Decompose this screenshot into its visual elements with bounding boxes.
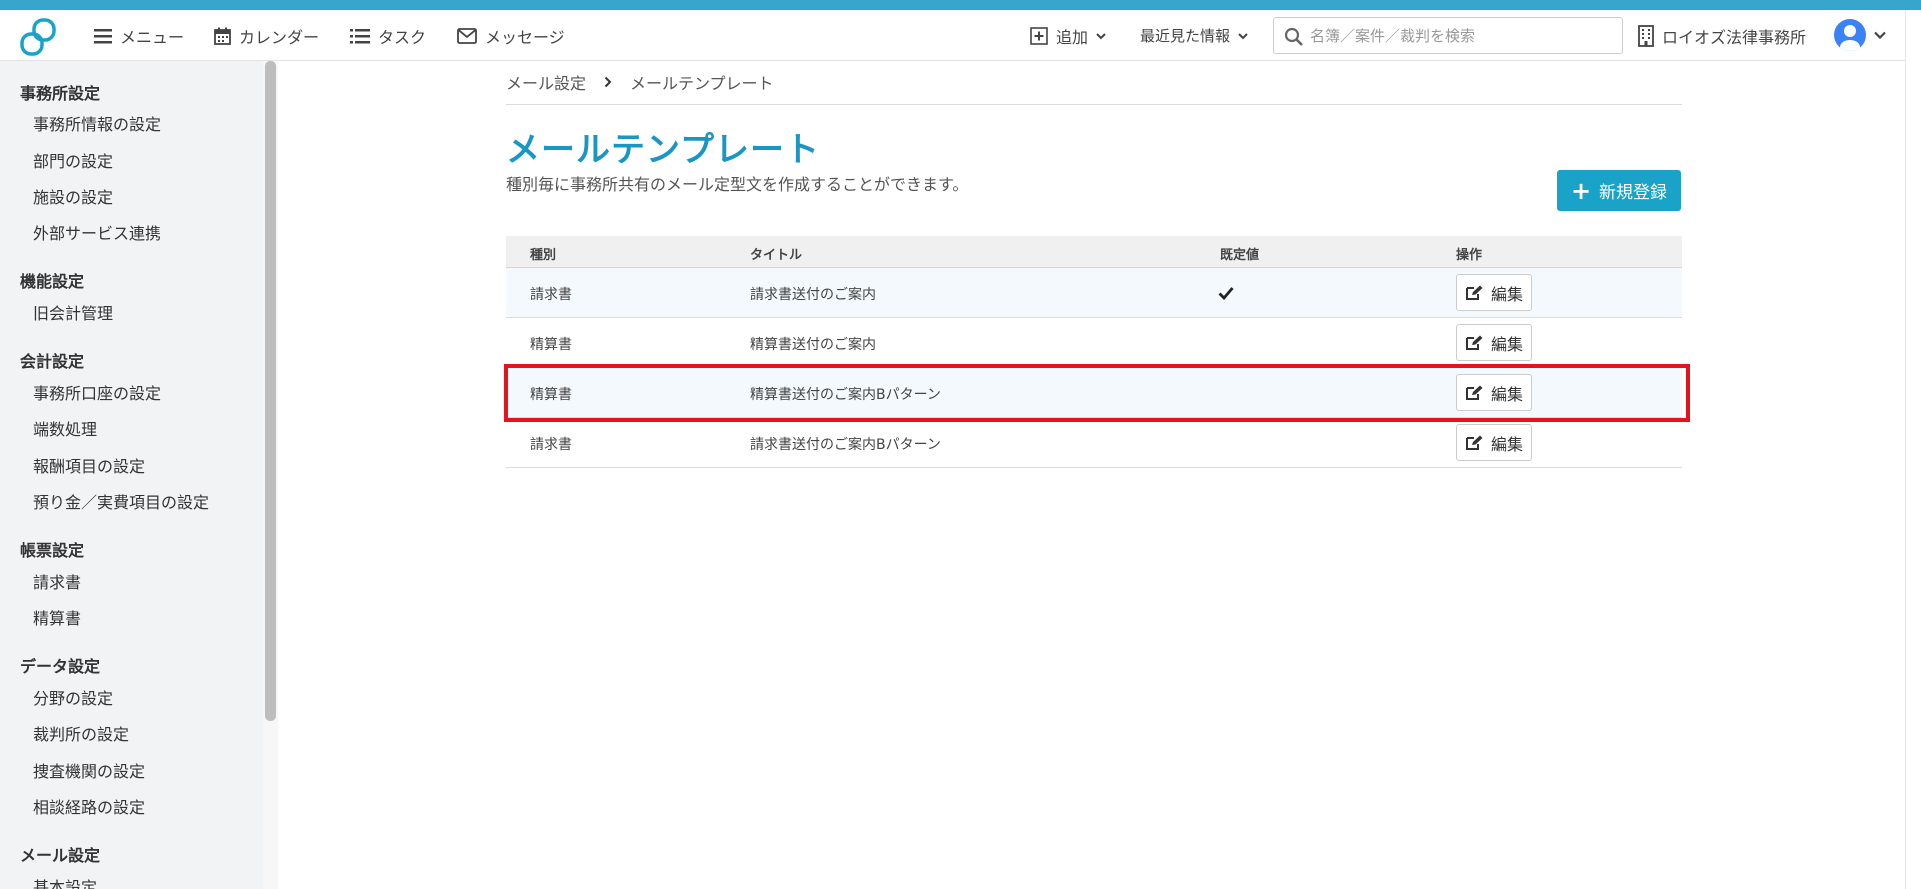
sidebar-item-office-account[interactable]: 事務所口座の設定 (33, 380, 161, 404)
row-title: 請求書送付のご案内 (750, 287, 876, 303)
envelope-icon (457, 27, 477, 44)
nav-recent-dropdown[interactable]: 最近見た情報 (1140, 10, 1248, 61)
search-input[interactable] (1310, 26, 1622, 45)
nav-calendar[interactable]: カレンダー (214, 10, 319, 61)
breadcrumb-divider (506, 104, 1682, 105)
top-navbar: メニュー カレンダー タスク メッセージ 追加 最近見た情報 名簿／案件／裁判を… (0, 10, 1905, 61)
sidebar-item-settlement[interactable]: 精算書 (33, 605, 81, 629)
checkmark-icon (1218, 287, 1234, 300)
nav-menu[interactable]: メニュー (94, 10, 184, 61)
sidebar-item-invoice[interactable]: 請求書 (33, 569, 81, 593)
hamburger-icon (94, 28, 112, 43)
edit-icon (1465, 285, 1483, 300)
nav-add-dropdown[interactable]: 追加 (1030, 10, 1106, 61)
edit-button-label: 編集 (1490, 284, 1523, 304)
row-title: 精算書送付のご案内Bパターン (750, 387, 941, 403)
sidebar-item-deposit-items[interactable]: 預り金／実費項目の設定 (33, 489, 209, 513)
sidebar-item-court[interactable]: 裁判所の設定 (33, 721, 129, 745)
sidebar-heading-office: 事務所設定 (20, 84, 101, 103)
settings-sidebar: 事務所設定 事務所情報の設定 部門の設定 施設の設定 外部サービス連携 機能設定… (0, 61, 278, 889)
sidebar-heading-forms: 帳票設定 (20, 541, 85, 560)
row-type: 精算書 (530, 387, 572, 403)
sidebar-item-rounding[interactable]: 端数処理 (33, 416, 97, 440)
row-type: 請求書 (530, 287, 572, 303)
chevron-down-icon (1874, 31, 1886, 39)
edit-icon (1465, 385, 1483, 400)
sidebar-item-facility[interactable]: 施設の設定 (33, 184, 113, 208)
user-menu[interactable] (1834, 19, 1886, 51)
nav-menu-label: メニュー (120, 27, 185, 47)
sidebar-heading-mail: メール設定 (20, 846, 101, 865)
edit-button-label: 編集 (1490, 434, 1523, 454)
table-header: 種別 タイトル 既定値 操作 (506, 236, 1682, 268)
sidebar-item-old-accounting[interactable]: 旧会計管理 (33, 300, 113, 324)
row-title: 精算書送付のご案内 (750, 337, 876, 353)
avatar (1834, 19, 1866, 51)
new-template-button-label: 新規登録 (1599, 183, 1668, 203)
sidebar-item-field[interactable]: 分野の設定 (33, 685, 113, 709)
edit-button[interactable]: 編集 (1456, 374, 1532, 411)
page-description: 種別毎に事務所共有のメール定型文を作成することができます。 (506, 175, 969, 194)
edit-button[interactable]: 編集 (1456, 424, 1532, 461)
nav-message-label: メッセージ (485, 27, 565, 47)
edit-button[interactable]: 編集 (1456, 274, 1532, 311)
nav-task-label: タスク (378, 27, 427, 47)
sidebar-item-investigation[interactable]: 捜査機関の設定 (33, 758, 145, 782)
office-name: ロイオズ法律事務所 (1662, 27, 1807, 47)
calendar-icon (214, 27, 231, 45)
chevron-down-icon (1238, 32, 1248, 39)
nav-recent-label: 最近見た情報 (1140, 27, 1231, 45)
edit-button-label: 編集 (1490, 334, 1523, 354)
building-icon (1638, 24, 1654, 47)
header-default: 既定値 (1220, 248, 1260, 263)
plus-icon: + (1570, 176, 1592, 205)
sidebar-item-consult-route[interactable]: 相談経路の設定 (33, 794, 145, 818)
edit-icon (1465, 335, 1483, 350)
app-logo-icon[interactable] (20, 18, 58, 56)
header-title: タイトル (750, 248, 803, 263)
sidebar-heading-feature: 機能設定 (20, 272, 85, 291)
nav-task[interactable]: タスク (350, 10, 426, 61)
window-right-edge (1905, 10, 1921, 889)
sidebar-item-fee-items[interactable]: 報酬項目の設定 (33, 453, 145, 477)
sidebar-scrollbar[interactable] (265, 61, 276, 721)
template-table: 種別 タイトル 既定値 操作 請求書 請求書送付のご案内 編集 精算書 精算書送… (506, 236, 1682, 468)
global-search (1273, 17, 1623, 54)
row-title: 請求書送付のご案内Bパターン (750, 437, 941, 453)
search-icon (1284, 27, 1303, 46)
edit-icon (1465, 435, 1483, 450)
sidebar-item-department[interactable]: 部門の設定 (33, 148, 113, 172)
header-operation: 操作 (1456, 248, 1483, 263)
sidebar-item-external-service[interactable]: 外部サービス連携 (33, 220, 161, 244)
breadcrumb-parent-link[interactable]: メール設定 (506, 70, 586, 94)
edit-button[interactable]: 編集 (1456, 324, 1532, 361)
chevron-down-icon (1096, 32, 1106, 39)
table-row: 請求書 請求書送付のご案内Bパターン 編集 (506, 418, 1682, 468)
office-selector[interactable]: ロイオズ法律事務所 (1638, 10, 1806, 61)
breadcrumb-current: メールテンプレート (630, 74, 774, 93)
nav-message[interactable]: メッセージ (457, 10, 565, 61)
nav-calendar-label: カレンダー (239, 27, 320, 47)
header-type: 種別 (530, 248, 557, 263)
new-template-button[interactable]: + 新規登録 (1557, 170, 1681, 211)
breadcrumb: メール設定 メールテンプレート (506, 70, 774, 94)
table-row: 精算書 精算書送付のご案内 編集 (506, 318, 1682, 368)
sidebar-heading-data: データ設定 (20, 657, 101, 676)
edit-button-label: 編集 (1490, 384, 1523, 404)
top-accent-stripe (0, 0, 1921, 10)
sidebar-item-mail-basic[interactable]: 基本設定 (33, 874, 97, 889)
plus-square-icon (1030, 26, 1048, 45)
user-icon (1840, 25, 1860, 51)
row-type: 請求書 (530, 437, 572, 453)
page-title: メールテンプレート (506, 130, 820, 170)
table-row: 請求書 請求書送付のご案内 編集 (506, 268, 1682, 318)
row-type: 精算書 (530, 337, 572, 353)
sidebar-heading-accounting: 会計設定 (20, 352, 85, 371)
nav-add-label: 追加 (1056, 27, 1089, 47)
task-list-icon (350, 28, 370, 43)
sidebar-item-office-info[interactable]: 事務所情報の設定 (33, 111, 161, 135)
table-row: 精算書 精算書送付のご案内Bパターン 編集 (506, 368, 1682, 418)
chevron-right-icon (604, 76, 612, 88)
